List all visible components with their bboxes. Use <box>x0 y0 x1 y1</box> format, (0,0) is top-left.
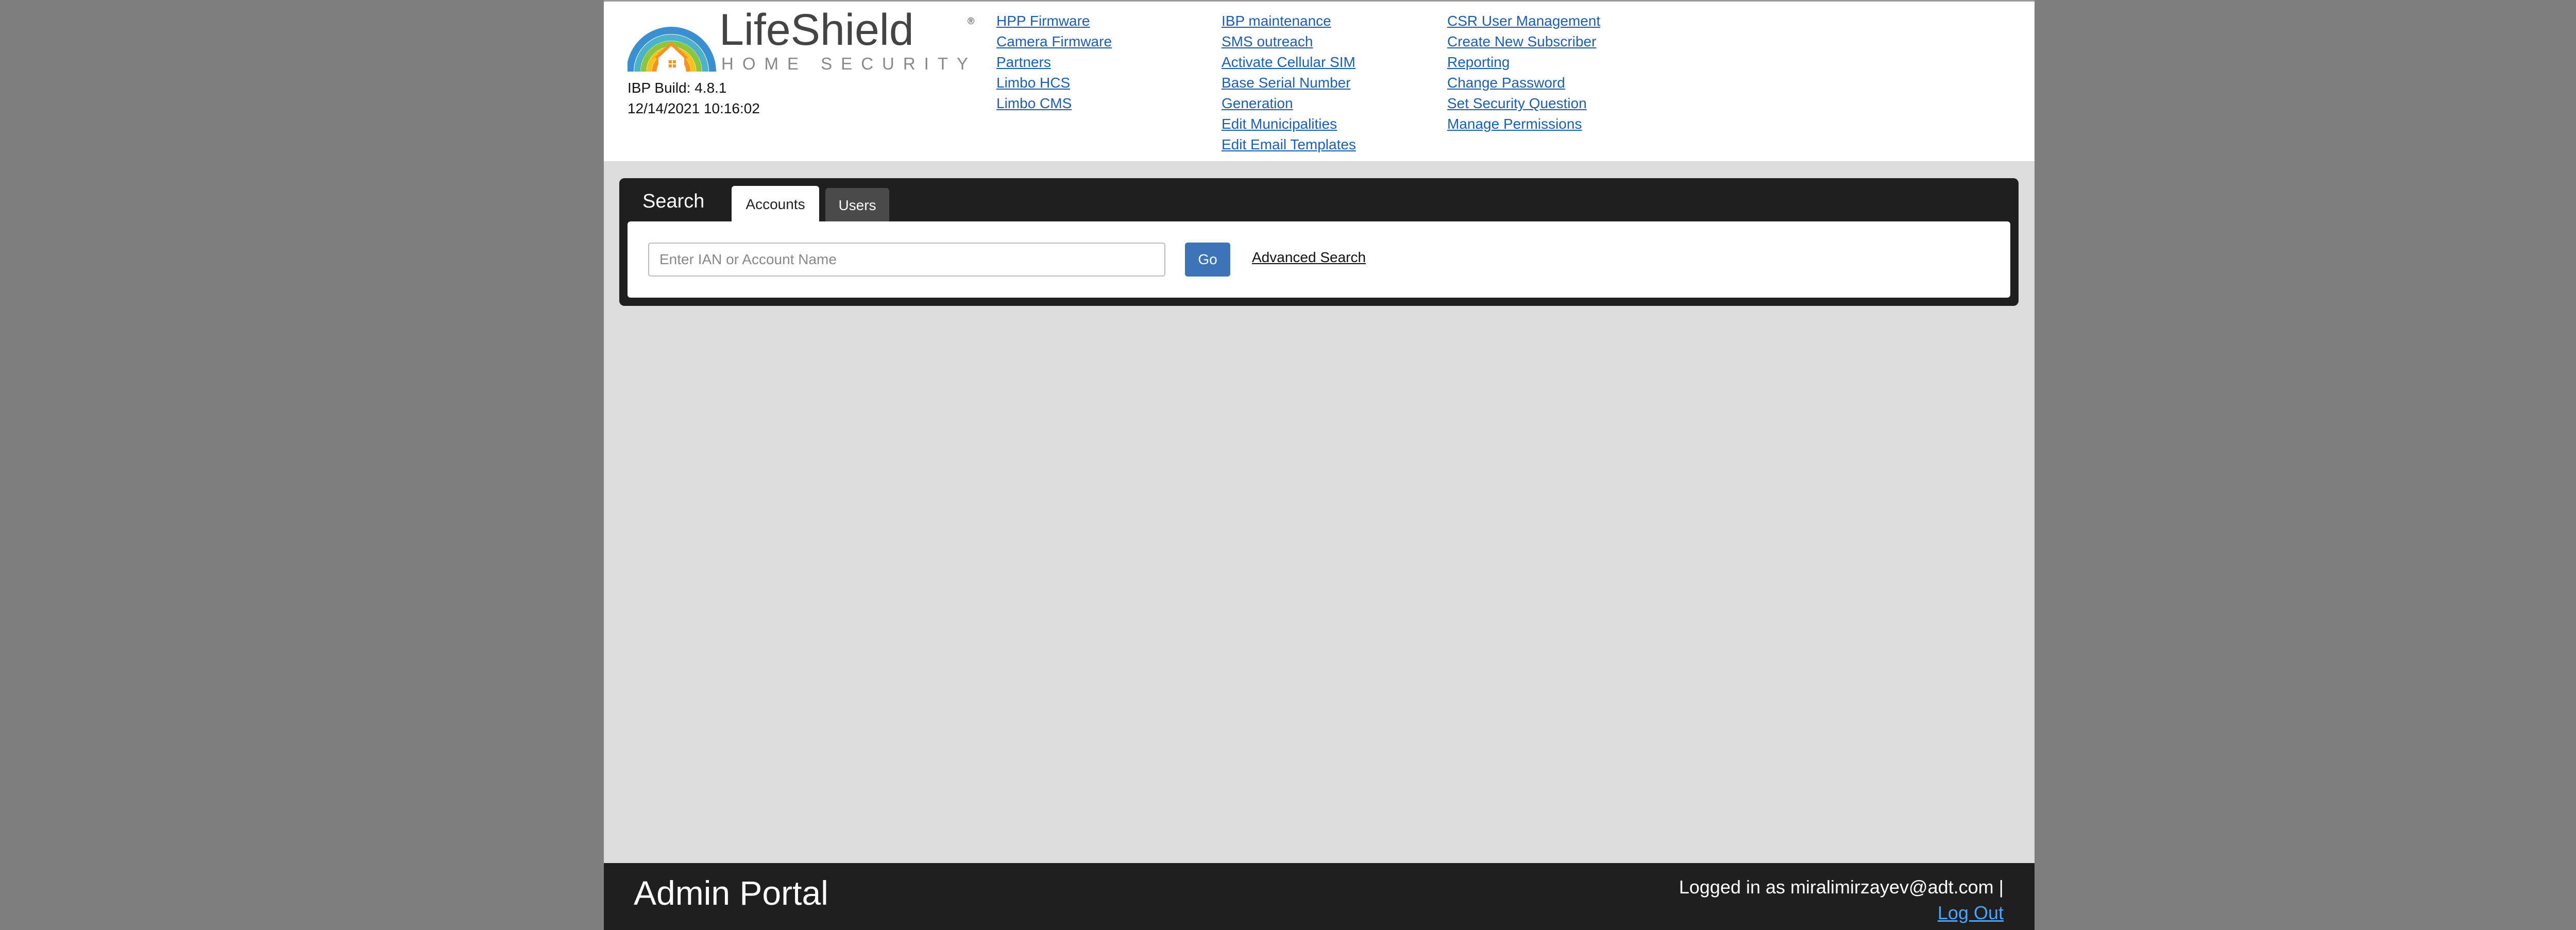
nav-link-limbo-hcs[interactable]: Limbo HCS <box>996 73 1112 93</box>
footer: Admin Portal Logged in as miralimirzayev… <box>604 863 2035 930</box>
nav-link-csr-user-management[interactable]: CSR User Management <box>1447 11 1600 31</box>
portal-title: Admin Portal <box>634 874 828 912</box>
logout-link[interactable]: Log Out <box>1938 902 2004 923</box>
nav-link-base-serial-number[interactable]: Base Serial Number <box>1222 73 1356 93</box>
search-body: Go Advanced Search <box>628 221 2010 298</box>
nav-link-hpp-firmware[interactable]: HPP Firmware <box>996 11 1112 31</box>
go-button[interactable]: Go <box>1185 243 1230 277</box>
build-timestamp: 12/14/2021 10:16:02 <box>628 100 760 116</box>
tab-accounts[interactable]: Accounts <box>732 186 819 222</box>
nav-column-2: IBP maintenance SMS outreach Activate Ce… <box>1222 11 1356 155</box>
nav-link-reporting[interactable]: Reporting <box>1447 52 1600 73</box>
brand-name: LifeShield <box>719 10 914 55</box>
tab-users[interactable]: Users <box>825 188 889 222</box>
advanced-search-link[interactable]: Advanced Search <box>1252 249 1366 266</box>
header: LifeShield ® HOME SECURITY IBP Build: 4.… <box>604 0 2035 161</box>
nav-column-3: CSR User Management Create New Subscribe… <box>1447 11 1600 134</box>
search-panel: Search Accounts Users Go Advanced Search <box>619 178 2019 306</box>
nav-link-partners[interactable]: Partners <box>996 52 1112 73</box>
nav-link-create-new-subscriber[interactable]: Create New Subscriber <box>1447 31 1600 52</box>
nav-link-sms-outreach[interactable]: SMS outreach <box>1222 31 1356 52</box>
search-title: Search <box>642 191 705 212</box>
lifeshield-logo: LifeShield ® HOME SECURITY <box>628 10 978 74</box>
brand-tagline: HOME SECURITY <box>721 54 977 73</box>
nav-link-limbo-cms[interactable]: Limbo CMS <box>996 93 1112 114</box>
nav-column-1: HPP Firmware Camera Firmware Partners Li… <box>996 11 1112 114</box>
login-info: Logged in as miralimirzayev@adt.com | Lo… <box>1679 874 2004 926</box>
nav-link-camera-firmware[interactable]: Camera Firmware <box>996 31 1112 52</box>
build-info: IBP Build: 4.8.1 12/14/2021 10:16:02 <box>628 78 760 119</box>
nav-link-edit-email-templates[interactable]: Edit Email Templates <box>1222 134 1356 155</box>
logged-in-text: Logged in as miralimirzayev@adt.com | <box>1679 876 2004 898</box>
svg-text:®: ® <box>968 16 974 26</box>
nav-link-set-security-question[interactable]: Set Security Question <box>1447 93 1600 114</box>
nav-link-change-password[interactable]: Change Password <box>1447 73 1600 93</box>
search-input[interactable] <box>648 243 1165 277</box>
nav-link-edit-municipalities[interactable]: Edit Municipalities <box>1222 114 1356 134</box>
nav-link-activate-cellular-sim[interactable]: Activate Cellular SIM <box>1222 52 1356 73</box>
build-version: IBP Build: 4.8.1 <box>628 80 727 96</box>
page-container: LifeShield ® HOME SECURITY IBP Build: 4.… <box>604 0 2035 930</box>
nav-link-ibp-maintenance[interactable]: IBP maintenance <box>1222 11 1356 31</box>
nav-link-manage-permissions[interactable]: Manage Permissions <box>1447 114 1600 134</box>
nav-link-generation[interactable]: Generation <box>1222 93 1356 114</box>
